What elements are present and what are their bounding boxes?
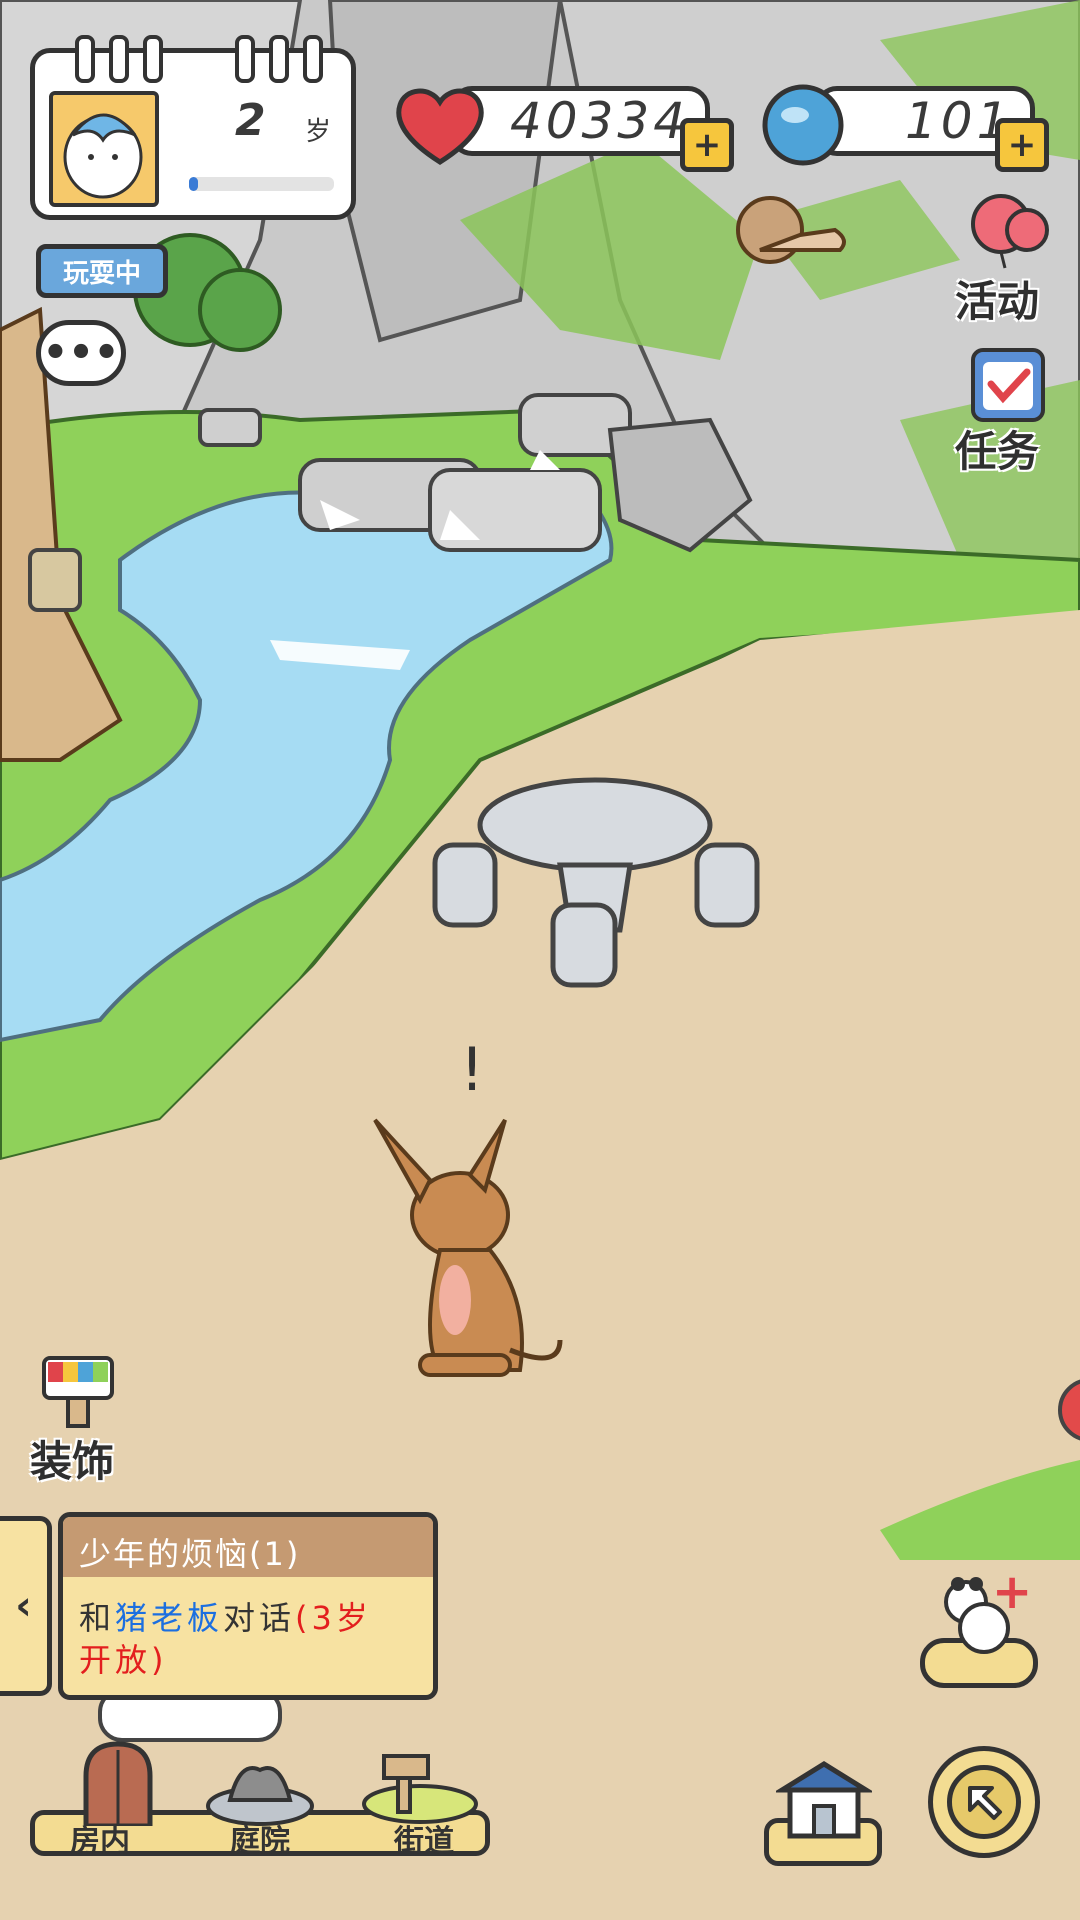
- quest-npc-name: 猪老板: [115, 1599, 224, 1637]
- add-hearts-button[interactable]: +: [680, 118, 734, 172]
- paint-brush-icon: [42, 1356, 114, 1428]
- decorate-label: 装饰: [30, 1437, 115, 1486]
- location-tab-yard-label: 庭院: [230, 1824, 290, 1859]
- location-tab-indoor-label: 房内: [70, 1824, 130, 1859]
- quest-title: 少年的烦恼(1): [79, 1535, 301, 1573]
- quest-prefix: 和: [79, 1599, 116, 1637]
- hearts-counter: 40334 +: [390, 80, 734, 172]
- profile-card[interactable]: 2 岁: [30, 35, 356, 220]
- add-gems-button[interactable]: +: [995, 118, 1049, 172]
- chevron-left-icon: ‹: [15, 1583, 32, 1629]
- status-badge-label: 玩耍中: [62, 258, 141, 289]
- growth-progress-bar: [189, 177, 334, 191]
- share-inner-circle: [947, 1765, 1021, 1839]
- home-button[interactable]: [764, 1760, 884, 1870]
- task-check-icon: [971, 348, 1045, 422]
- heart-icon: [396, 88, 484, 165]
- gem-icon: [762, 84, 844, 166]
- quest-line-1: 和猪老板对话(3岁: [79, 1593, 372, 1639]
- quest-panel[interactable]: 少年的烦恼(1) 和猪老板对话(3岁 开放): [58, 1512, 438, 1700]
- location-nav: 房内 庭院 街道: [30, 1740, 500, 1860]
- chat-dots-icon: •••: [42, 330, 120, 376]
- balloon-icon: [971, 194, 1049, 269]
- add-friend-button[interactable]: +: [918, 1564, 1042, 1698]
- events-label: 活动: [955, 277, 1040, 326]
- status-badge: 玩耍中: [36, 244, 168, 298]
- chat-button[interactable]: •••: [36, 320, 126, 386]
- gems-counter: 101 +: [755, 80, 1049, 172]
- location-tab-yard[interactable]: 庭院: [190, 1740, 330, 1860]
- quest-unlock-note: (3岁: [295, 1599, 372, 1637]
- tasks-button[interactable]: 任务: [955, 344, 1065, 476]
- age-value: 2: [235, 95, 266, 146]
- quest-verb: 对话: [223, 1599, 296, 1637]
- arrow-up-left-icon: [968, 1786, 1002, 1820]
- share-button[interactable]: [928, 1746, 1040, 1858]
- avatar[interactable]: [49, 91, 159, 207]
- age-unit: 岁: [305, 117, 332, 147]
- house-icon: [776, 1761, 872, 1839]
- location-tab-indoor[interactable]: 房内: [50, 1740, 180, 1860]
- tasks-label: 任务: [955, 427, 1040, 476]
- events-button[interactable]: 活动: [955, 190, 1065, 326]
- add-friend-plus-icon: +: [992, 1564, 1033, 1620]
- location-tab-street-label: 街道: [394, 1824, 454, 1859]
- decorate-button[interactable]: 装饰: [28, 1352, 138, 1486]
- svg-text:!: !: [460, 1035, 484, 1105]
- door-icon: [83, 1741, 153, 1826]
- growth-progress-fill: [189, 177, 198, 191]
- hearts-value: 40334: [510, 92, 690, 150]
- quest-line-2: 开放): [79, 1641, 168, 1679]
- spiral-rings: [75, 35, 335, 83]
- quest-collapse-tab[interactable]: ‹: [0, 1516, 52, 1696]
- location-tab-street[interactable]: 街道: [340, 1740, 490, 1860]
